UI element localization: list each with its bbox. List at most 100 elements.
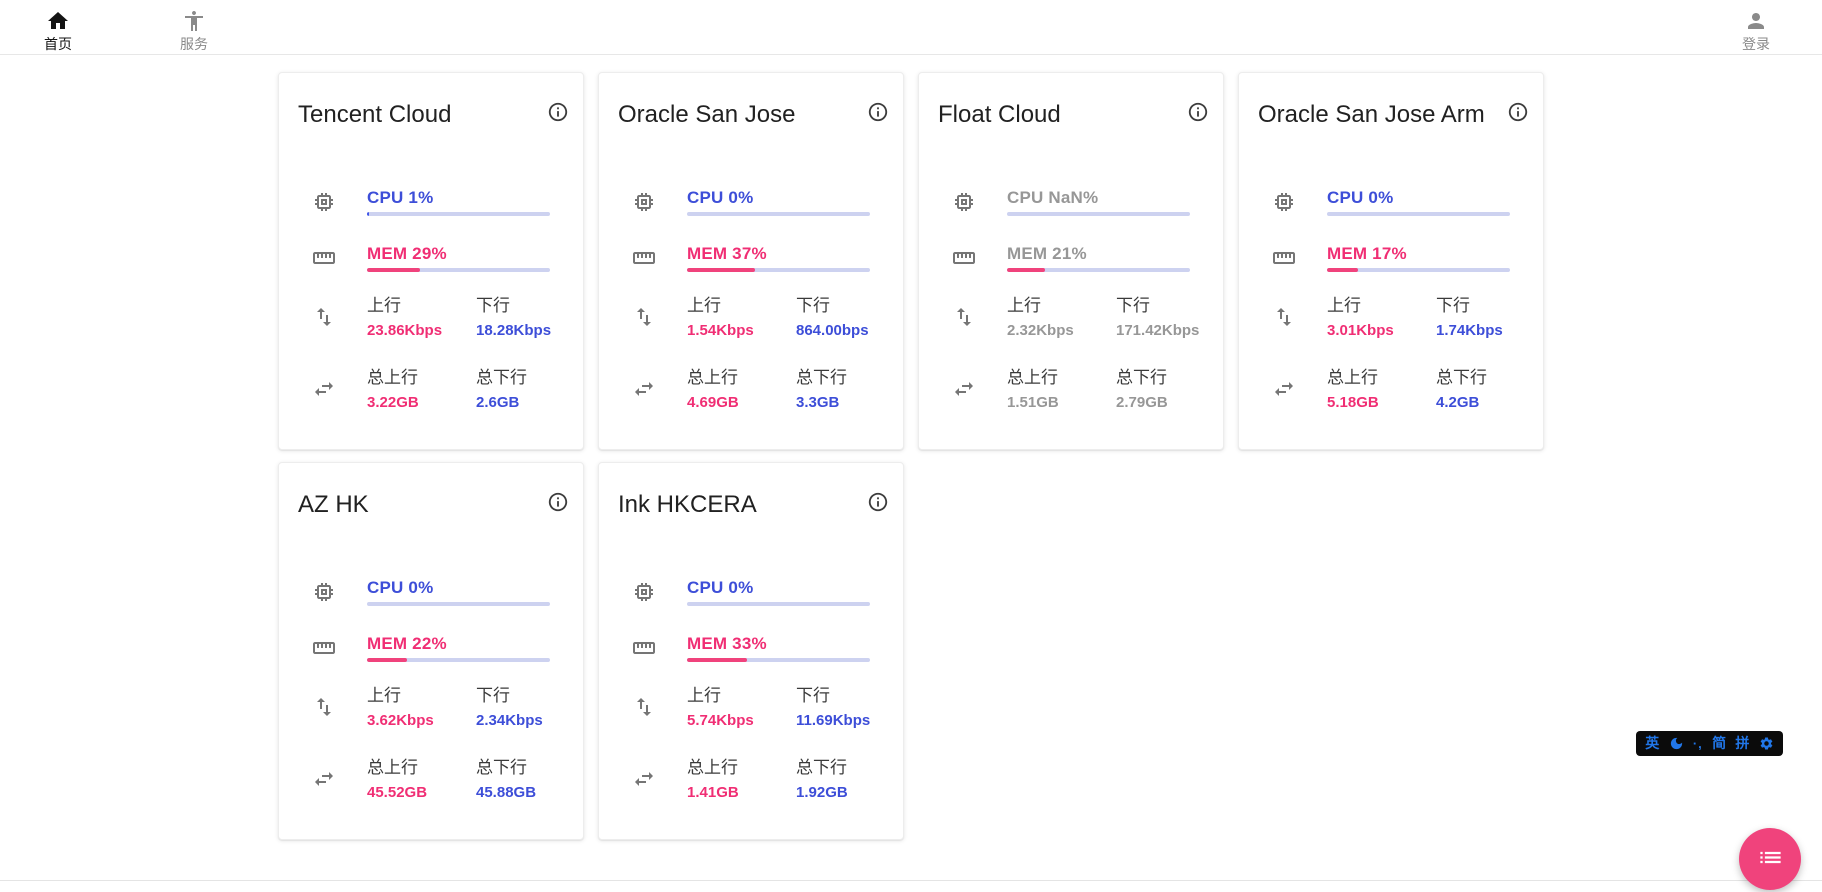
upload-label: 上行 (687, 684, 796, 708)
download-value: 1.74Kbps (1436, 322, 1503, 340)
info-icon[interactable] (867, 491, 889, 518)
total-download-value: 2.6GB (476, 394, 527, 412)
download-stat: 下行 11.69Kbps (796, 684, 870, 730)
total-download-label: 总下行 (796, 366, 847, 390)
server-card: AZ HK CPU 0% MEM 22% (278, 462, 584, 840)
download-label: 下行 (476, 294, 551, 318)
cpu-progress-bar (1327, 212, 1510, 216)
cpu-progress-bar (687, 602, 870, 606)
upload-label: 上行 (687, 294, 796, 318)
download-label: 下行 (796, 684, 870, 708)
server-list-fab[interactable] (1739, 828, 1801, 890)
totals-columns: 总上行 5.18GB 总下行 4.2GB (1327, 366, 1510, 412)
total-upload-stat: 总上行 3.22GB (367, 366, 476, 412)
nav-left-group: 首页 服务 (34, 3, 218, 52)
total-upload-value: 5.18GB (1327, 394, 1436, 412)
swap-vert-icon (1272, 305, 1296, 329)
download-value: 18.28Kbps (476, 322, 551, 340)
totals-row: 总上行 5.18GB 总下行 4.2GB (1272, 366, 1510, 412)
gear-icon[interactable] (1759, 736, 1774, 751)
mem-meter: MEM 37% (687, 244, 870, 272)
mem-progress-bar (367, 268, 550, 272)
cpu-progress-fill (367, 212, 369, 216)
server-name: Oracle San Jose (618, 99, 795, 131)
nav-item-services-label: 服务 (180, 36, 208, 52)
ime-punctuation-indicator[interactable]: ·, (1693, 736, 1703, 751)
total-upload-stat: 总上行 5.18GB (1327, 366, 1436, 412)
cpu-row: CPU 1% (312, 188, 550, 216)
info-icon[interactable] (867, 101, 889, 128)
info-icon[interactable] (547, 101, 569, 128)
speed-columns: 上行 23.86Kbps 下行 18.28Kbps (367, 294, 551, 340)
cpu-usage-label: CPU NaN% (1007, 188, 1190, 208)
cpu-usage-label: CPU 1% (367, 188, 550, 208)
server-card: Oracle San Jose CPU 0% MEM 37% (598, 72, 904, 450)
ruler-icon (312, 636, 336, 660)
total-upload-value: 3.22GB (367, 394, 476, 412)
totals-row: 总上行 1.51GB 总下行 2.79GB (952, 366, 1190, 412)
ime-language-indicator[interactable]: 英 (1645, 731, 1659, 756)
upload-label: 上行 (1007, 294, 1116, 318)
server-name: AZ HK (298, 489, 369, 521)
nav-item-home-label: 首页 (44, 36, 72, 52)
download-stat: 下行 1.74Kbps (1436, 294, 1503, 340)
total-upload-stat: 总上行 1.51GB (1007, 366, 1116, 412)
ime-simplified-indicator[interactable]: 简 (1712, 731, 1726, 756)
download-stat: 下行 171.42Kbps (1116, 294, 1199, 340)
card-body: CPU 1% MEM 29% 上行 (279, 188, 583, 412)
total-upload-value: 45.52GB (367, 784, 476, 802)
speed-columns: 上行 3.01Kbps 下行 1.74Kbps (1327, 294, 1510, 340)
info-icon[interactable] (547, 491, 569, 518)
swap-horiz-icon (632, 377, 656, 401)
upload-stat: 上行 1.54Kbps (687, 294, 796, 340)
cpu-usage-label: CPU 0% (1327, 188, 1510, 208)
download-stat: 下行 18.28Kbps (476, 294, 551, 340)
upload-value: 2.32Kbps (1007, 322, 1116, 340)
cpu-meter: CPU 0% (687, 578, 870, 606)
mem-progress-fill (687, 268, 755, 272)
speed-columns: 上行 5.74Kbps 下行 11.69Kbps (687, 684, 870, 730)
nav-item-services[interactable]: 服务 (170, 3, 218, 52)
upload-stat: 上行 23.86Kbps (367, 294, 476, 340)
total-upload-label: 总上行 (687, 756, 796, 780)
totals-columns: 总上行 4.69GB 总下行 3.3GB (687, 366, 870, 412)
total-download-value: 2.79GB (1116, 394, 1168, 412)
download-stat: 下行 864.00bps (796, 294, 869, 340)
card-header: Oracle San Jose (599, 73, 903, 131)
total-upload-value: 4.69GB (687, 394, 796, 412)
speed-row: 上行 3.62Kbps 下行 2.34Kbps (312, 684, 550, 730)
total-download-label: 总下行 (476, 366, 527, 390)
mem-progress-fill (367, 658, 407, 662)
mem-row: MEM 21% (952, 244, 1190, 272)
ruler-icon (632, 636, 656, 660)
card-header: AZ HK (279, 463, 583, 521)
swap-horiz-icon (952, 377, 976, 401)
download-stat: 下行 2.34Kbps (476, 684, 543, 730)
swap-vert-icon (632, 305, 656, 329)
total-download-value: 4.2GB (1436, 394, 1487, 412)
total-download-stat: 总下行 4.2GB (1436, 366, 1487, 412)
mem-usage-label: MEM 37% (687, 244, 870, 264)
speed-columns: 上行 1.54Kbps 下行 864.00bps (687, 294, 870, 340)
ime-pinyin-indicator[interactable]: 拼 (1735, 731, 1749, 756)
services-icon (182, 9, 206, 36)
speed-columns: 上行 2.32Kbps 下行 171.42Kbps (1007, 294, 1199, 340)
total-download-value: 1.92GB (796, 784, 848, 802)
total-upload-label: 总上行 (367, 366, 476, 390)
moon-icon[interactable] (1669, 736, 1684, 751)
mem-usage-label: MEM 17% (1327, 244, 1510, 264)
totals-row: 总上行 45.52GB 总下行 45.88GB (312, 756, 550, 802)
info-icon[interactable] (1507, 101, 1529, 128)
card-header: Float Cloud (919, 73, 1223, 131)
cpu-meter: CPU 0% (687, 188, 870, 216)
mem-meter: MEM 22% (367, 634, 550, 662)
total-upload-stat: 总上行 1.41GB (687, 756, 796, 802)
nav-item-login[interactable]: 登录 (1732, 3, 1780, 52)
list-icon (1757, 844, 1784, 874)
info-icon[interactable] (1187, 101, 1209, 128)
upload-value: 1.54Kbps (687, 322, 796, 340)
total-download-label: 总下行 (796, 756, 848, 780)
nav-item-home[interactable]: 首页 (34, 3, 82, 52)
mem-meter: MEM 29% (367, 244, 550, 272)
ruler-icon (632, 246, 656, 270)
